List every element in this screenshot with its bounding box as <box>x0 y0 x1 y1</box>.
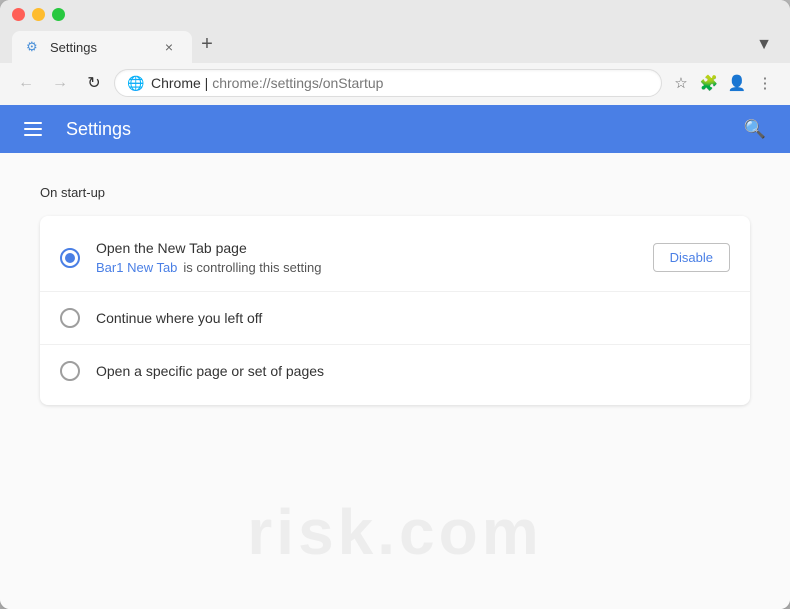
controlling-text: is controlling this setting <box>183 260 321 275</box>
new-tab-button[interactable]: + <box>192 29 222 59</box>
chrome-options-button[interactable]: ⋮ <box>752 70 778 96</box>
minimize-window-button[interactable] <box>32 8 45 21</box>
url-domain: Chrome <box>151 75 201 91</box>
option-label-specific: Open a specific page or set of pages <box>96 363 730 379</box>
radio-continue[interactable] <box>60 308 80 328</box>
forward-button[interactable]: → <box>46 69 74 97</box>
security-icon: 🌐 <box>127 75 143 91</box>
url-text: Chrome | chrome://settings/onStartup <box>151 75 649 91</box>
settings-header-left: Settings <box>16 114 131 144</box>
option-label-new-tab: Open the New Tab page <box>96 240 637 256</box>
radio-new-tab[interactable] <box>60 248 80 268</box>
section-title: On start-up <box>40 185 750 200</box>
tabs-row: ⚙ Settings × + ▼ <box>12 29 778 63</box>
hamburger-line-1 <box>24 122 42 124</box>
bookmark-button[interactable]: ☆ <box>668 70 694 96</box>
extension-link[interactable]: Bar1 New Tab <box>96 260 177 275</box>
title-bar: ⚙ Settings × + ▼ <box>0 0 790 63</box>
tab-favicon-icon: ⚙ <box>26 39 42 55</box>
settings-header: Settings 🔍 <box>0 105 790 153</box>
maximize-window-button[interactable] <box>52 8 65 21</box>
options-card: Open the New Tab page Bar1 New Tab is co… <box>40 216 750 405</box>
chrome-menu-button[interactable]: ▼ <box>750 31 778 59</box>
settings-page-title: Settings <box>66 119 131 140</box>
radio-specific[interactable] <box>60 361 80 381</box>
back-button[interactable]: ← <box>12 69 40 97</box>
url-bar[interactable]: 🌐 Chrome | chrome://settings/onStartup <box>114 69 662 97</box>
tab-extras: ▼ <box>750 31 778 59</box>
tab-title: Settings <box>50 40 152 55</box>
address-bar: ← → ↻ 🌐 Chrome | chrome://settings/onSta… <box>0 63 790 105</box>
option-content-specific: Open a specific page or set of pages <box>96 363 730 379</box>
profile-button[interactable]: 👤 <box>724 70 750 96</box>
option-row-continue: Continue where you left off <box>40 292 750 345</box>
radio-inner-new-tab <box>65 253 75 263</box>
watermark: risk.com <box>247 495 542 569</box>
tab-close-button[interactable]: × <box>160 38 178 56</box>
traffic-lights <box>12 8 778 21</box>
hamburger-line-3 <box>24 134 42 136</box>
disable-button[interactable]: Disable <box>653 243 730 272</box>
search-icon: 🔍 <box>744 119 766 140</box>
hamburger-line-2 <box>24 128 42 130</box>
browser-actions: ☆ 🧩 👤 ⋮ <box>668 70 778 96</box>
browser-window: ⚙ Settings × + ▼ ← → ↻ 🌐 Chrome | chrome… <box>0 0 790 609</box>
settings-body: Settings 🔍 On start-up Open the New Tab … <box>0 105 790 609</box>
extensions-button[interactable]: 🧩 <box>696 70 722 96</box>
option-sub-new-tab: Bar1 New Tab is controlling this setting <box>96 260 637 275</box>
option-row-new-tab: Open the New Tab page Bar1 New Tab is co… <box>40 224 750 292</box>
settings-search-button[interactable]: 🔍 <box>736 111 774 148</box>
option-content-continue: Continue where you left off <box>96 310 730 326</box>
active-tab[interactable]: ⚙ Settings × <box>12 31 192 63</box>
close-window-button[interactable] <box>12 8 25 21</box>
hamburger-menu-button[interactable] <box>16 114 50 144</box>
option-label-continue: Continue where you left off <box>96 310 730 326</box>
reload-button[interactable]: ↻ <box>80 69 108 97</box>
option-content-new-tab: Open the New Tab page Bar1 New Tab is co… <box>96 240 637 275</box>
option-row-specific: Open a specific page or set of pages <box>40 345 750 397</box>
url-path: chrome://settings/onStartup <box>212 75 383 91</box>
url-path-value: onStartup <box>323 75 384 91</box>
url-path-prefix: chrome://settings/ <box>212 75 323 91</box>
url-separator: | <box>201 75 212 91</box>
settings-content: On start-up Open the New Tab page Bar1 N… <box>0 153 790 609</box>
